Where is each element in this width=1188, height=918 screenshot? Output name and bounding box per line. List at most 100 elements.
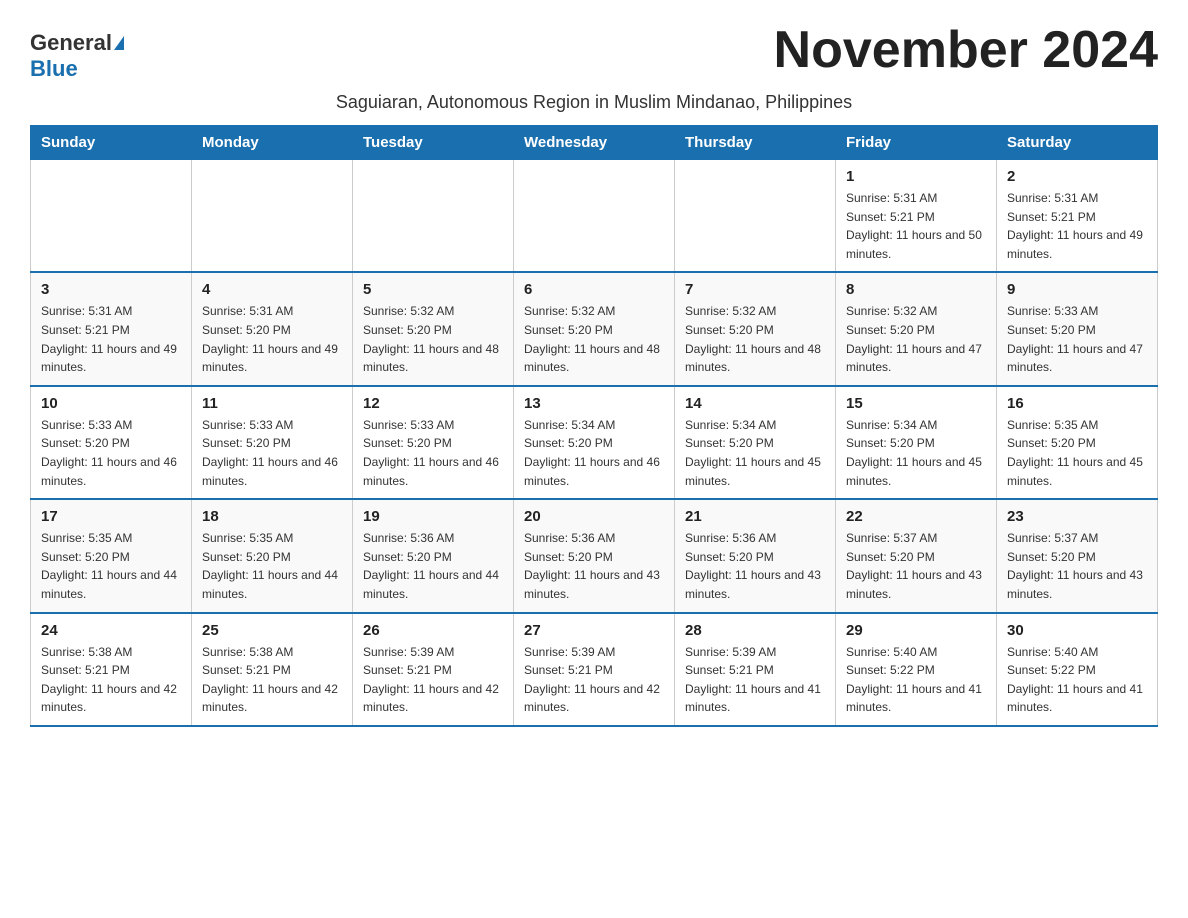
day-number: 9 (1007, 281, 1147, 298)
day-info: Sunrise: 5:36 AMSunset: 5:20 PMDaylight:… (685, 529, 825, 603)
header-friday: Friday (836, 126, 997, 160)
day-number: 10 (41, 395, 181, 412)
day-info: Sunrise: 5:37 AMSunset: 5:20 PMDaylight:… (846, 529, 986, 603)
day-number: 25 (202, 622, 342, 639)
logo-general-text: General (30, 30, 112, 56)
day-info: Sunrise: 5:35 AMSunset: 5:20 PMDaylight:… (202, 529, 342, 603)
calendar-cell: 8 Sunrise: 5:32 AMSunset: 5:20 PMDaylight… (836, 272, 997, 385)
calendar-table: SundayMondayTuesdayWednesdayThursdayFrid… (30, 125, 1158, 727)
subtitle: Saguiaran, Autonomous Region in Muslim M… (30, 92, 1158, 113)
day-number: 27 (524, 622, 664, 639)
day-info: Sunrise: 5:33 AMSunset: 5:20 PMDaylight:… (202, 416, 342, 490)
day-number: 4 (202, 281, 342, 298)
day-number: 20 (524, 508, 664, 525)
day-number: 30 (1007, 622, 1147, 639)
calendar-cell: 26 Sunrise: 5:39 AMSunset: 5:21 PMDayligh… (353, 613, 514, 726)
header-monday: Monday (192, 126, 353, 160)
day-info: Sunrise: 5:35 AMSunset: 5:20 PMDaylight:… (1007, 416, 1147, 490)
calendar-cell: 17Sunrise: 5:35 AMSunset: 5:20 PMDayligh… (31, 499, 192, 612)
day-info: Sunrise: 5:38 AMSunset: 5:21 PMDaylight:… (41, 643, 181, 717)
calendar-cell: 18 Sunrise: 5:35 AMSunset: 5:20 PMDayligh… (192, 499, 353, 612)
day-info: Sunrise: 5:37 AMSunset: 5:20 PMDaylight:… (1007, 529, 1147, 603)
header: General Blue November 2024 (30, 20, 1158, 82)
calendar-cell: 10 Sunrise: 5:33 AMSunset: 5:20 PMDayligh… (31, 386, 192, 499)
calendar-cell: 25 Sunrise: 5:38 AMSunset: 5:21 PMDayligh… (192, 613, 353, 726)
calendar-cell (514, 160, 675, 273)
day-number: 13 (524, 395, 664, 412)
logo: General Blue (30, 20, 124, 82)
day-number: 21 (685, 508, 825, 525)
calendar-cell: 3Sunrise: 5:31 AMSunset: 5:21 PMDaylight… (31, 272, 192, 385)
day-number: 6 (524, 281, 664, 298)
logo-blue-text: Blue (30, 56, 78, 82)
calendar-cell: 1 Sunrise: 5:31 AMSunset: 5:21 PMDaylight… (836, 160, 997, 273)
day-info: Sunrise: 5:33 AMSunset: 5:20 PMDaylight:… (1007, 302, 1147, 376)
calendar-cell: 23 Sunrise: 5:37 AMSunset: 5:20 PMDayligh… (997, 499, 1158, 612)
day-number: 7 (685, 281, 825, 298)
day-info: Sunrise: 5:39 AMSunset: 5:21 PMDaylight:… (685, 643, 825, 717)
day-info: Sunrise: 5:34 AMSunset: 5:20 PMDaylight:… (524, 416, 664, 490)
day-info: Sunrise: 5:31 AMSunset: 5:21 PMDaylight:… (846, 189, 986, 263)
header-wednesday: Wednesday (514, 126, 675, 160)
day-number: 29 (846, 622, 986, 639)
calendar-cell (353, 160, 514, 273)
calendar-week-row: 3Sunrise: 5:31 AMSunset: 5:21 PMDaylight… (31, 272, 1158, 385)
day-info: Sunrise: 5:31 AMSunset: 5:21 PMDaylight:… (1007, 189, 1147, 263)
day-number: 26 (363, 622, 503, 639)
calendar-cell: 2 Sunrise: 5:31 AMSunset: 5:21 PMDaylight… (997, 160, 1158, 273)
calendar-cell: 6 Sunrise: 5:32 AMSunset: 5:20 PMDaylight… (514, 272, 675, 385)
day-info: Sunrise: 5:38 AMSunset: 5:21 PMDaylight:… (202, 643, 342, 717)
day-info: Sunrise: 5:32 AMSunset: 5:20 PMDaylight:… (363, 302, 503, 376)
calendar-week-row: 1 Sunrise: 5:31 AMSunset: 5:21 PMDaylight… (31, 160, 1158, 273)
calendar-cell: 19Sunrise: 5:36 AMSunset: 5:20 PMDayligh… (353, 499, 514, 612)
day-info: Sunrise: 5:36 AMSunset: 5:20 PMDaylight:… (524, 529, 664, 603)
calendar-cell (31, 160, 192, 273)
calendar-week-row: 17 Sunrise: 5:35 AMSunset: 5:20 PMDayligh… (31, 499, 1158, 612)
logo-triangle-icon (114, 36, 124, 50)
day-number: 11 (202, 395, 342, 412)
day-number: 8 (846, 281, 986, 298)
day-number: 3 (41, 281, 181, 298)
day-info: Sunrise: 5:31 AMSunset: 5:20 PMDaylight:… (202, 302, 342, 376)
calendar-cell: 22 Sunrise: 5:37 AMSunset: 5:20 PMDayligh… (836, 499, 997, 612)
calendar-cell: 21 Sunrise: 5:36 AMSunset: 5:20 PMDayligh… (675, 499, 836, 612)
calendar-cell: 16 Sunrise: 5:35 AMSunset: 5:20 PMDayligh… (997, 386, 1158, 499)
calendar-cell: 9 Sunrise: 5:33 AMSunset: 5:20 PMDaylight… (997, 272, 1158, 385)
calendar-cell: 11 Sunrise: 5:33 AMSunset: 5:20 PMDayligh… (192, 386, 353, 499)
day-number: 16 (1007, 395, 1147, 412)
day-info: Sunrise: 5:33 AMSunset: 5:20 PMDaylight:… (363, 416, 503, 490)
day-info: Sunrise: 5:33 AMSunset: 5:20 PMDaylight:… (41, 416, 181, 490)
day-info: Sunrise: 5:32 AMSunset: 5:20 PMDaylight:… (524, 302, 664, 376)
day-info: Sunrise: 5:40 AMSunset: 5:22 PMDaylight:… (846, 643, 986, 717)
day-info: Sunrise: 5:40 AMSunset: 5:22 PMDaylight:… (1007, 643, 1147, 717)
calendar-week-row: 10 Sunrise: 5:33 AMSunset: 5:20 PMDayligh… (31, 386, 1158, 499)
calendar-cell (675, 160, 836, 273)
calendar-cell: 14Sunrise: 5:34 AMSunset: 5:20 PMDayligh… (675, 386, 836, 499)
calendar-cell: 12Sunrise: 5:33 AMSunset: 5:20 PMDayligh… (353, 386, 514, 499)
header-thursday: Thursday (675, 126, 836, 160)
header-tuesday: Tuesday (353, 126, 514, 160)
month-title: November 2024 (774, 20, 1158, 80)
calendar-cell: 24 Sunrise: 5:38 AMSunset: 5:21 PMDayligh… (31, 613, 192, 726)
calendar-cell: 28 Sunrise: 5:39 AMSunset: 5:21 PMDayligh… (675, 613, 836, 726)
calendar-cell: 5 Sunrise: 5:32 AMSunset: 5:20 PMDaylight… (353, 272, 514, 385)
header-sunday: Sunday (31, 126, 192, 160)
day-number: 23 (1007, 508, 1147, 525)
day-info: Sunrise: 5:34 AMSunset: 5:20 PMDaylight:… (846, 416, 986, 490)
day-number: 18 (202, 508, 342, 525)
day-number: 5 (363, 281, 503, 298)
day-info: Sunrise: 5:39 AMSunset: 5:21 PMDaylight:… (363, 643, 503, 717)
day-number: 24 (41, 622, 181, 639)
calendar-cell (192, 160, 353, 273)
day-number: 17 (41, 508, 181, 525)
day-number: 2 (1007, 168, 1147, 185)
calendar-cell: 29 Sunrise: 5:40 AMSunset: 5:22 PMDayligh… (836, 613, 997, 726)
day-number: 1 (846, 168, 986, 185)
calendar-week-row: 24 Sunrise: 5:38 AMSunset: 5:21 PMDayligh… (31, 613, 1158, 726)
day-info: Sunrise: 5:32 AMSunset: 5:20 PMDaylight:… (846, 302, 986, 376)
day-number: 19 (363, 508, 503, 525)
day-info: Sunrise: 5:34 AMSunset: 5:20 PMDaylight:… (685, 416, 825, 490)
day-number: 28 (685, 622, 825, 639)
day-number: 22 (846, 508, 986, 525)
calendar-cell: 4 Sunrise: 5:31 AMSunset: 5:20 PMDaylight… (192, 272, 353, 385)
